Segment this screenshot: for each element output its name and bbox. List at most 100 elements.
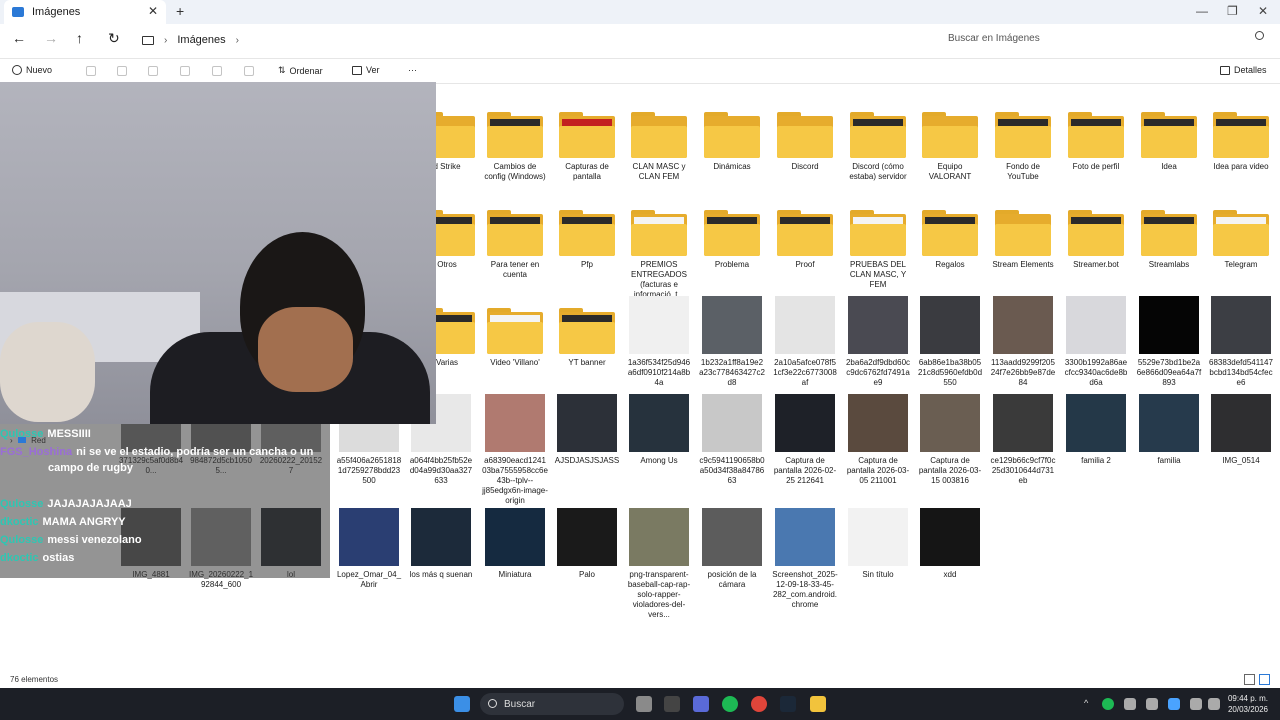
folder-item[interactable]: CLAN MASC y CLAN FEM [626, 96, 692, 182]
image-file-item[interactable]: 1b232a1ff8a19e2a23c778463427c2d8 [699, 292, 765, 388]
folder-item[interactable]: Para tener en cuenta [482, 194, 548, 280]
image-file-item[interactable]: ce129b66c9cf7f0c25d3010644d731eb [990, 390, 1056, 486]
image-file-item[interactable]: Among Us [626, 390, 692, 466]
folder-item[interactable]: Foto de perfil [1063, 96, 1129, 172]
folder-item[interactable]: Idea para video [1208, 96, 1274, 172]
search-input[interactable]: Buscar en Imágenes [938, 28, 1270, 48]
tray-overflow-icon[interactable]: ^ [1084, 698, 1088, 708]
github-icon[interactable] [664, 696, 680, 712]
cut-icon[interactable] [86, 66, 96, 76]
paste-icon[interactable] [148, 66, 158, 76]
forward-button[interactable]: → [44, 30, 58, 46]
image-file-item[interactable]: Captura de pantalla 2026-03-05 211001 [845, 390, 911, 486]
image-file-item[interactable]: Palo [554, 504, 620, 580]
details-button[interactable]: Detalles [1220, 65, 1267, 75]
sort-button[interactable]: ⇅ Ordenar [278, 65, 323, 76]
image-file-item[interactable]: 2a10a5afce078f51cf3e22c6773008af [772, 292, 838, 388]
tray-wifi-icon[interactable] [1190, 698, 1202, 710]
share-icon[interactable] [212, 66, 222, 76]
folder-item[interactable]: Pfp [554, 194, 620, 270]
image-file-item[interactable]: c9c5941190658b0a50d34f38a8478663 [699, 390, 765, 486]
folder-item[interactable]: Regalos [917, 194, 983, 270]
folder-item[interactable]: Stream Elements [990, 194, 1056, 270]
address-bar[interactable]: › Imágenes › [134, 28, 928, 52]
image-file-item[interactable]: a68390eacd124103ba7555958cc6e43b--tplv--… [482, 390, 548, 506]
image-file-item[interactable]: xdd [917, 504, 983, 580]
tray-speaker-icon[interactable] [1208, 698, 1220, 710]
folder-item[interactable]: Capturas de pantalla [554, 96, 620, 182]
tray-mic-icon[interactable] [1168, 698, 1180, 710]
folder-item[interactable]: Problema [699, 194, 765, 270]
new-button[interactable]: Nuevo [12, 65, 52, 75]
image-file-item[interactable]: png-transparent-baseball-cap-rap-solo-ra… [626, 504, 692, 620]
folder-item[interactable]: Equipo VALORANT [917, 96, 983, 182]
image-file-item[interactable]: 113aadd9299f20524f7e26bb9e87de84 [990, 292, 1056, 388]
image-file-item[interactable]: posición de la cámara [699, 504, 765, 590]
image-file-item[interactable]: 68383defd541147bcbd134bd54cfece6 [1208, 292, 1274, 388]
folder-item[interactable]: Cambios de config (Windows) [482, 96, 548, 182]
view-button[interactable]: Ver [352, 65, 380, 75]
tray-volume-icon[interactable] [1146, 698, 1158, 710]
image-file-item[interactable]: Lopez_Omar_04_Abrir [336, 504, 402, 590]
folder-item[interactable]: Dinámicas [699, 96, 765, 172]
image-file-item[interactable]: familia 2 [1063, 390, 1129, 466]
refresh-button[interactable]: ↻ [108, 30, 120, 47]
tab-imagenes[interactable]: Imágenes ✕ [4, 0, 166, 24]
folder-item[interactable]: PREMIOS ENTREGADOS (facturas e informaci… [626, 194, 692, 300]
folder-item[interactable]: Proof [772, 194, 838, 270]
image-file-item[interactable]: Miniatura [482, 504, 548, 580]
up-button[interactable]: ↑ [76, 30, 83, 46]
chrome-icon[interactable] [751, 696, 767, 712]
folder-item[interactable]: Idea [1136, 96, 1202, 172]
spotify-icon[interactable] [722, 696, 738, 712]
folder-item[interactable]: Video 'Villano' [482, 292, 548, 368]
image-file-item[interactable]: 1a36f534f25d946a6df0910f214a8b4a [626, 292, 692, 388]
steam-icon[interactable] [780, 696, 796, 712]
large-icons-view-icon[interactable] [1259, 674, 1270, 685]
image-file-item[interactable]: AJSDJASJSJASS [554, 390, 620, 466]
maximize-button[interactable]: ❐ [1227, 4, 1238, 18]
taskbar-search[interactable]: Buscar [480, 693, 624, 715]
image-file-item[interactable]: 5529e73bd1be2a6e866d09ea64a7f893 [1136, 292, 1202, 388]
more-button[interactable]: ··· [408, 65, 417, 75]
chat-text: messi venezolano [47, 534, 142, 546]
folder-item[interactable]: Discord [772, 96, 838, 172]
breadcrumb-imagenes[interactable]: Imágenes [177, 34, 225, 46]
details-view-icon[interactable] [1244, 674, 1255, 685]
app-icon[interactable] [693, 696, 709, 712]
folder-item[interactable]: Discord (cómo estaba) servidor [845, 96, 911, 182]
sidebar-item-red[interactable]: › Red [10, 436, 46, 445]
new-tab-button[interactable]: + [176, 3, 184, 19]
back-button[interactable]: ← [12, 30, 26, 46]
tab-close-icon[interactable]: ✕ [148, 4, 158, 18]
minimize-button[interactable]: — [1196, 4, 1208, 18]
taskbar-clock[interactable]: 09:44 p. m. 20/03/2026 [1228, 693, 1268, 715]
image-file-item[interactable]: 2ba6a2df9dbd60cc9dc6762fd7491ae9 [845, 292, 911, 388]
image-file-item[interactable]: Screenshot_2025-12-09-18-33-45-282_com.a… [772, 504, 838, 610]
file-explorer-icon[interactable] [810, 696, 826, 712]
copy-icon[interactable] [117, 66, 127, 76]
folder-item[interactable]: Fondo de YouTube [990, 96, 1056, 182]
folder-item[interactable]: Streamer.bot [1063, 194, 1129, 270]
image-file-item[interactable]: 3300b1992a86aecfcc9340ac6de8bd6a [1063, 292, 1129, 388]
delete-icon[interactable] [244, 66, 254, 76]
breadcrumb-chevron-icon[interactable]: › [236, 35, 239, 46]
close-window-button[interactable]: ✕ [1258, 4, 1268, 18]
rename-icon[interactable] [180, 66, 190, 76]
tree-chevron-icon[interactable]: › [10, 436, 13, 445]
windows-start-icon[interactable] [454, 696, 470, 712]
folder-item[interactable]: YT banner [554, 292, 620, 368]
image-file-item[interactable]: los más q suenan [408, 504, 474, 580]
image-file-item[interactable]: IMG_0514 [1208, 390, 1274, 466]
tray-spotify-icon[interactable] [1102, 698, 1114, 710]
folder-item[interactable]: Streamlabs [1136, 194, 1202, 270]
image-file-item[interactable]: 6ab86e1ba38b0521c8d5960efdb0d550 [917, 292, 983, 388]
image-file-item[interactable]: Sin título [845, 504, 911, 580]
image-file-item[interactable]: Captura de pantalla 2026-03-15 003816 [917, 390, 983, 486]
image-file-item[interactable]: familia [1136, 390, 1202, 466]
folder-item[interactable]: Telegram [1208, 194, 1274, 270]
task-view-icon[interactable] [636, 696, 652, 712]
image-file-item[interactable]: Captura de pantalla 2026-02-25 212641 [772, 390, 838, 486]
folder-item[interactable]: PRUEBAS DEL CLAN MASC, Y FEM [845, 194, 911, 290]
tray-discord-icon[interactable] [1124, 698, 1136, 710]
